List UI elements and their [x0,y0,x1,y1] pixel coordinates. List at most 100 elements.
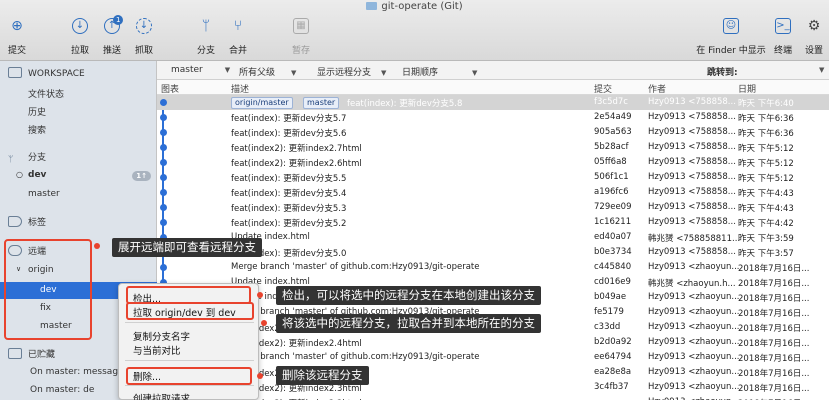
commit-hash: ee64794 [594,352,632,362]
folder-icon [366,2,378,10]
merge-button[interactable]: ⑂ 合并 [221,18,255,56]
commit-date: 2018年7月16日... [738,309,810,319]
column-commit[interactable]: 提交 [594,82,612,95]
annotation-marker [261,320,267,326]
commit-date: 2018年7月16日... [738,324,810,334]
commit-hash: cd016e9 [594,277,631,287]
commit-hash: b049ae [594,292,627,302]
pull-button[interactable]: ↓ 拉取 [63,18,97,56]
commit-table-header: 图表 描述 提交 作者 日期 [157,80,829,95]
callout-checkout: 检出，可以将选中的远程分支在本地创建出该分支 [276,286,541,305]
column-date[interactable]: 日期 [738,82,756,95]
monitor-icon [8,67,22,78]
stash-icon: ▦ [293,18,309,34]
branch-ahead-badge: 1↑ [132,171,151,181]
column-description[interactable]: 描述 [231,82,249,95]
fetch-button[interactable]: ↓ 抓取 [127,18,161,56]
table-row[interactable]: origin/master master feat(index): 更新dev分支5… [157,95,829,110]
table-row[interactable]: feat(index): 更新dev分支5.4 a196fc6 Hzy0913 <7… [157,185,829,200]
sidebar-item-history[interactable]: 历史 [0,105,157,118]
commit-description: feat(index2): 更新index2.6html [231,159,362,169]
callout-delete: 删除该远程分支 [276,366,369,385]
menu-item-create-pull-request[interactable]: 创建拉取请求... [133,391,199,400]
table-row[interactable]: feat(index): 更新dev分支5.2 1c16211 Hzy0913 <7… [157,215,829,230]
push-button[interactable]: ↑ 1 推送 [95,15,129,56]
column-author[interactable]: 作者 [648,82,666,95]
commit-node-icon [160,114,167,121]
commit-date: 昨天 下午3:59 [738,234,794,244]
commit-node-icon [160,129,167,136]
commit-hash: ed40a07 [594,232,632,242]
table-row[interactable]: feat(index2): 更新index2.7html 5b28acf Hzy09… [157,140,829,155]
commit-date: 昨天 下午5:12 [738,174,794,184]
commit-description: feat(index): 更新dev分支5.4 [231,189,347,199]
menu-item-diff[interactable]: 与当前对比 [133,343,181,357]
commit-author: Hzy0913 <758858... [648,187,736,197]
branch-tag: origin/master [231,97,293,109]
table-row[interactable]: feat(index): 更新dev分支5.3 729ee09 Hzy0913 <7… [157,200,829,215]
commit-author: Hzy0913 <758858... [648,112,736,122]
callout-pull: 将该选中的远程分支，拉取合并到本地所在的分支 [276,314,541,333]
callout-expand-remotes: 展开远端即可查看远程分支 [112,238,262,257]
commit-node-icon [160,159,167,166]
table-row[interactable]: Merge branch 'master' of github.com:Hzy0… [157,260,829,275]
commit-hash: b2d0a92 [594,337,632,347]
filter-bar: master ▼ 所有父级 ▼ 显示远程分支 ▼ 日期顺序 ▼ 跳转到: ▼ [157,61,829,80]
commit-author: Hzy0913 <zhaoyun... [648,337,740,347]
sidebar-branch-dev[interactable]: ○ dev 1↑ [0,170,157,181]
commit-date: 2018年7月16日... [738,339,810,349]
commit-author: Hzy0913 <758858... [648,97,736,107]
stash-button[interactable]: ▦ 暂存 [284,18,318,56]
commit-author: Hzy0913 <zhaoyun... [648,352,740,362]
show-in-finder-button[interactable]: ☺ 在 Finder 中显示 [693,18,769,56]
fetch-icon: ↓ [136,18,152,34]
annotation-marker [257,292,263,298]
terminal-button[interactable]: >_ 终端 [766,18,800,56]
branch-tag: master [303,97,340,109]
chevron-down-icon: ▼ [381,69,387,77]
commit-hash: a196fc6 [594,187,629,197]
commit-author: Hzy0913 <758858... [648,142,736,152]
sidebar-item-file-status[interactable]: 文件状态 [0,87,157,100]
table-row[interactable]: feat(index): 更新dev分支5.6 905a563 Hzy0913 <7… [157,125,829,140]
commit-description: feat(index): 更新dev分支5.7 [231,114,347,124]
order-filter-dropdown[interactable]: 日期顺序 ▼ [402,65,477,78]
commit-hash: fe5179 [594,307,624,317]
commit-node-icon [160,99,167,106]
parents-filter-dropdown[interactable]: 所有父级 ▼ [239,65,296,78]
commit-date: 昨天 下午5:12 [738,159,794,169]
sidebar-tags-header[interactable]: 标签 [0,215,157,228]
branch-button[interactable]: ᛘ 分支 [189,18,223,56]
branch-filter-dropdown[interactable]: master ▼ [171,65,230,75]
sidebar-branches-header[interactable]: ᛘ 分支 [0,150,157,166]
table-row[interactable]: feat(index): 更新dev分支5.7 2e54a49 Hzy0913 <7… [157,110,829,125]
sidebar-branch-master[interactable]: master [0,189,157,199]
commit-date: 昨天 下午6:36 [738,129,794,139]
commit-date: 2018年7月16日... [738,264,810,274]
pull-highlight [126,302,254,320]
chevron-down-icon: ▼ [224,66,231,74]
commit-node-icon [160,204,167,211]
column-graph[interactable]: 图表 [161,82,179,95]
settings-button[interactable]: ⚙ 设置 [797,18,829,56]
commit-hash: 506f1c1 [594,172,629,182]
annotation-marker [94,243,100,249]
commit-date: 昨天 下午4:43 [738,204,794,214]
jump-to-dropdown[interactable]: ▼ [814,65,824,75]
remote-filter-dropdown[interactable]: 显示远程分支 ▼ [317,65,386,78]
chevron-down-icon: ▼ [291,69,297,77]
commit-node-icon [160,144,167,151]
table-row[interactable]: feat(index): 更新dev分支5.5 506f1c1 Hzy0913 <7… [157,170,829,185]
table-row[interactable]: feat(index2): 更新index2.6html 05ff6a8 Hzy09… [157,155,829,170]
commit-author: 韩兆赟 <758858811... [648,234,741,244]
pull-icon: ↓ [72,18,88,34]
commit-hash: 5b28acf [594,142,629,152]
commit-hash: 3c4fb37 [594,382,629,392]
commit-button[interactable]: ⊕ 提交 [0,18,34,56]
terminal-icon: >_ [775,18,791,34]
chevron-down-icon: ▼ [819,66,825,74]
sidebar-item-search[interactable]: 搜索 [0,123,157,136]
commit-author: Hzy0913 <zhaoyun... [648,307,740,317]
menu-item-copy-branch-name[interactable]: 复制分支名字 [133,329,190,343]
commit-author: Hzy0913 <758858... [648,247,736,257]
